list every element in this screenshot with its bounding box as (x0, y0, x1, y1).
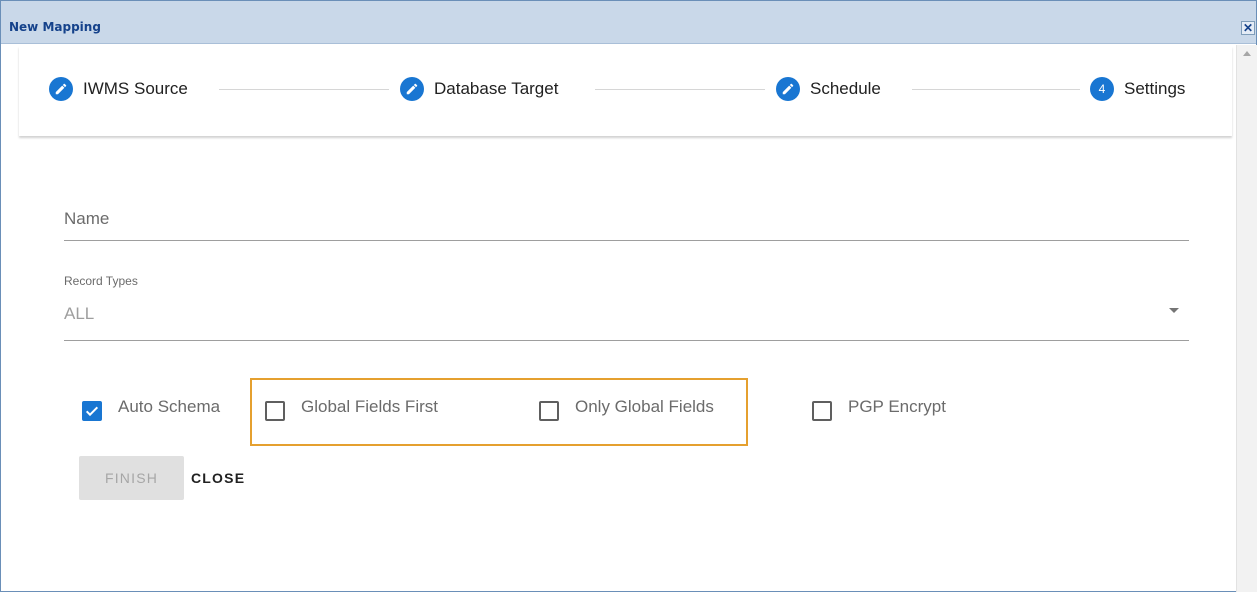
record-types-select[interactable]: ALL (64, 304, 94, 324)
only-global-fields-checkbox[interactable] (539, 401, 559, 421)
vertical-scrollbar[interactable] (1236, 45, 1257, 592)
only-global-fields-label: Only Global Fields (575, 397, 714, 416)
scroll-up-arrow-icon[interactable] (1243, 51, 1251, 56)
step-number-badge: 4 (1090, 77, 1114, 101)
name-field[interactable] (64, 240, 1189, 241)
step-iwms-source[interactable]: IWMS Source (49, 76, 188, 102)
step-settings[interactable]: 4 Settings (1090, 76, 1185, 102)
step-number: 4 (1098, 82, 1106, 96)
step-database-target[interactable]: Database Target (400, 76, 558, 102)
stepper: IWMS Source Database Target Schedule 4 S… (19, 46, 1232, 136)
name-field-label: Name (64, 209, 110, 228)
global-fields-first-label: Global Fields First (301, 397, 438, 416)
close-icon[interactable]: ✕ (1241, 21, 1255, 35)
auto-schema-checkbox[interactable] (82, 401, 102, 421)
step-schedule[interactable]: Schedule (776, 76, 881, 102)
step-connector (219, 89, 389, 90)
close-button[interactable]: CLOSE (184, 456, 262, 500)
checkmark-icon (85, 406, 99, 417)
step-label: Schedule (810, 79, 881, 98)
pencil-icon (400, 77, 424, 101)
pgp-encrypt-checkbox[interactable] (812, 401, 832, 421)
pencil-icon (776, 77, 800, 101)
title-bar[interactable]: New Mapping ✕ (1, 0, 1256, 44)
step-connector (595, 89, 765, 90)
record-types-label: Record Types (64, 274, 138, 288)
new-mapping-dialog: New Mapping ✕ IWMS Source Database Targe… (0, 0, 1257, 592)
pencil-icon (49, 77, 73, 101)
record-types-underline (64, 340, 1189, 341)
auto-schema-label: Auto Schema (118, 397, 221, 416)
global-fields-first-checkbox[interactable] (265, 401, 285, 421)
finish-button[interactable]: FINISH (79, 456, 184, 500)
step-label: IWMS Source (83, 79, 188, 98)
dialog-title: New Mapping (9, 20, 101, 34)
step-label: Settings (1124, 79, 1186, 98)
step-connector (912, 89, 1080, 90)
step-label: Database Target (434, 79, 559, 98)
dropdown-arrow-icon[interactable] (1169, 308, 1179, 313)
pgp-encrypt-label: PGP Encrypt (848, 397, 946, 416)
